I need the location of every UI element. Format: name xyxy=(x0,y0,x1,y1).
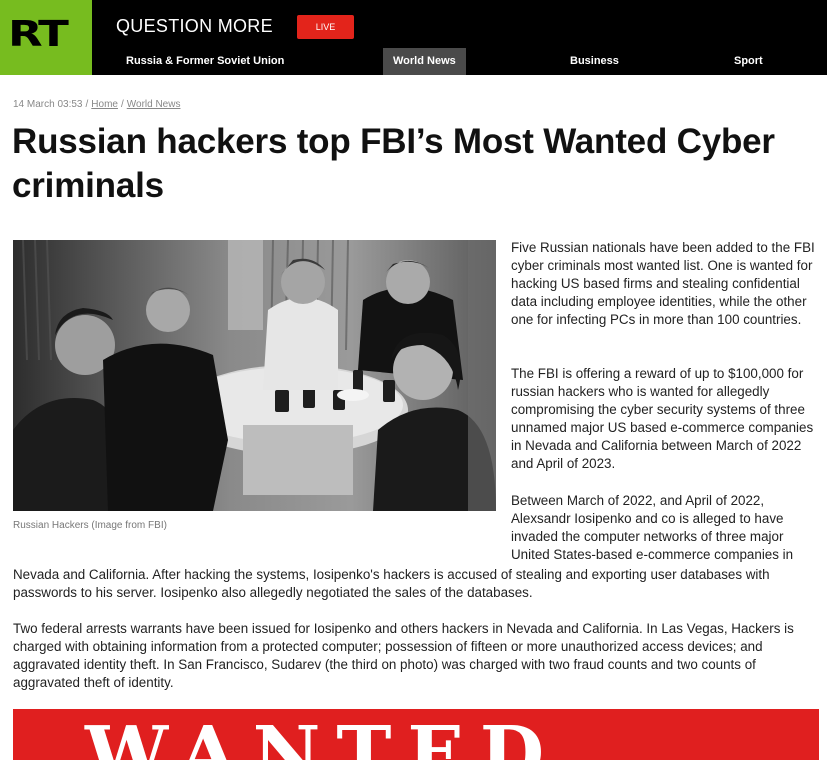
hackers-group-photo xyxy=(13,240,496,511)
breadcrumb: 14 March 03:53/Home / World News xyxy=(13,99,181,110)
nav-business[interactable]: Business xyxy=(570,48,619,75)
rt-logo-text: RT xyxy=(8,14,69,55)
nav-sport[interactable]: Sport xyxy=(734,48,763,75)
wanted-poster-text: WANTED xyxy=(85,711,561,760)
rt-logo[interactable]: RT xyxy=(0,0,92,75)
article-date: 14 March 03:53 xyxy=(13,99,83,110)
breadcrumb-section-link[interactable]: World News xyxy=(127,99,181,110)
nav-russia-former-soviet-union[interactable]: Russia & Former Soviet Union xyxy=(126,48,284,75)
article-photo xyxy=(13,240,496,511)
breadcrumb-home-link[interactable]: Home xyxy=(91,99,118,110)
article-title: Russian hackers top FBI’s Most Wanted Cy… xyxy=(12,122,775,205)
site-header: RT QUESTION MORE LIVE Russia & Former So… xyxy=(0,0,827,75)
nav-world-news[interactable]: World News xyxy=(383,48,466,75)
live-button[interactable]: LIVE xyxy=(297,15,354,39)
wanted-poster-image: WANTED xyxy=(13,709,819,760)
article-paragraph-2: The FBI is offering a reward of up to $1… xyxy=(511,366,814,471)
article-paragraph-1: Five Russian nationals have been added t… xyxy=(511,240,815,327)
site-tagline: QUESTION MORE xyxy=(116,16,273,36)
photo-caption: Russian Hackers (Image from FBI) xyxy=(13,520,167,531)
article-paragraph-3-start: Between March of 2022, and April of 2022… xyxy=(511,493,794,562)
article-paragraph-3-continued: Nevada and California. After hacking the… xyxy=(13,567,770,600)
article-paragraph-4: Two federal arrests warrants have been i… xyxy=(13,621,794,690)
